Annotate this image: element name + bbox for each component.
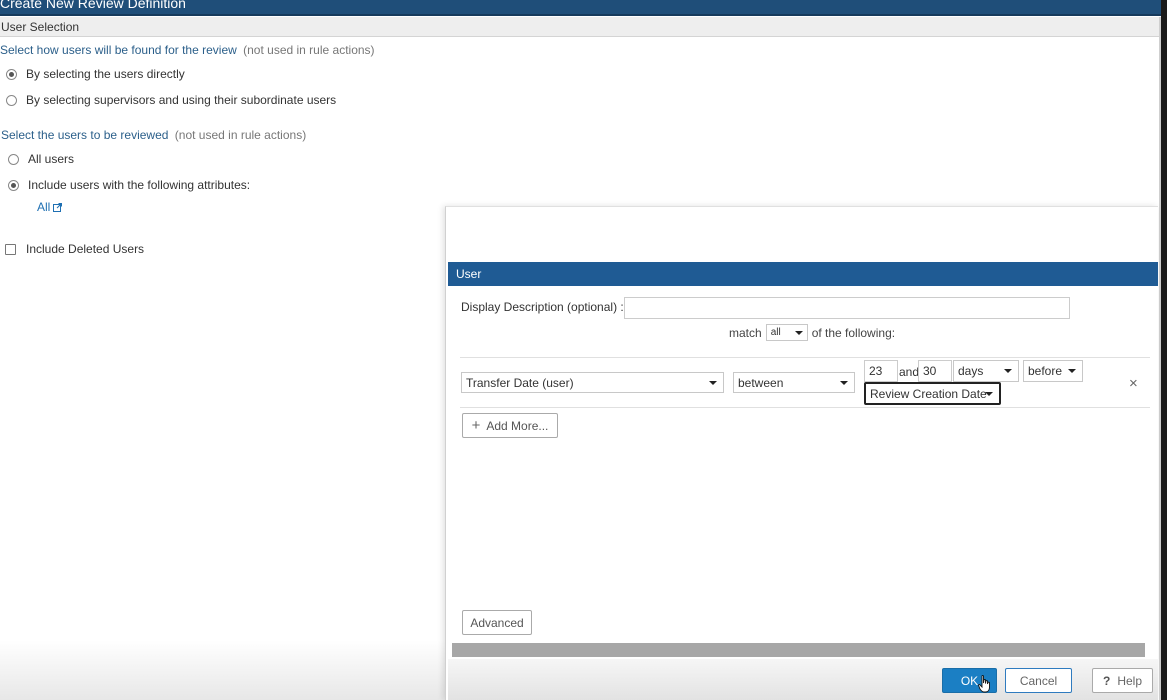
reference-date-select[interactable]: Review Creation Date: [864, 382, 1001, 405]
reference-date-select-value: Review Creation Date: [870, 386, 987, 401]
find-users-prompt-text: Select how users will be found for the r…: [0, 43, 237, 57]
operator-select-value: between: [738, 375, 784, 390]
radio-option-select-directly[interactable]: By selecting the users directly: [6, 67, 185, 81]
find-users-note: (not used in rule actions): [243, 43, 375, 57]
cancel-label: Cancel: [1019, 673, 1058, 688]
unit-select[interactable]: days: [953, 360, 1019, 382]
right-gutter: [1161, 0, 1167, 700]
operator-select[interactable]: between: [733, 372, 855, 393]
include-deleted-users[interactable]: Include Deleted Users: [5, 242, 144, 256]
help-button[interactable]: ? Help: [1092, 668, 1153, 693]
radio-option-all-users[interactable]: All users: [8, 152, 74, 166]
match-prefix: match: [729, 325, 762, 340]
direction-select[interactable]: before: [1023, 360, 1083, 382]
direction-select-value: before: [1028, 364, 1063, 378]
chevron-down-icon: [709, 381, 717, 385]
rule-divider-bottom: [460, 407, 1150, 408]
ok-label: OK: [960, 673, 979, 688]
chevron-down-icon: [840, 381, 848, 385]
users-reviewed-note: (not used in rule actions): [174, 128, 307, 142]
range-to-input[interactable]: 30: [918, 360, 952, 382]
plus-icon: +: [471, 417, 481, 434]
attribute-select[interactable]: Transfer Date (user): [461, 372, 724, 393]
unit-select-value: days: [958, 364, 984, 378]
section-title: User Selection: [1, 20, 80, 34]
radio-option-include-attributes[interactable]: Include users with the following attribu…: [8, 178, 250, 192]
match-select-value: all: [770, 327, 781, 338]
include-deleted-label: Include Deleted Users: [26, 242, 145, 256]
attribute-all-link[interactable]: All: [37, 200, 63, 214]
include-deleted-checkbox[interactable]: [5, 243, 16, 255]
rule-divider-top: [460, 357, 1150, 358]
cancel-button[interactable]: Cancel: [1005, 668, 1072, 693]
add-more-label: Add More...: [486, 418, 549, 433]
add-more-button[interactable]: + Add More...: [462, 413, 558, 438]
advanced-label: Advanced: [470, 615, 524, 630]
radio-button[interactable]: [6, 94, 17, 106]
chevron-down-icon: [985, 392, 993, 396]
radio-label: By selecting supervisors and using their…: [26, 93, 337, 107]
radio-label: By selecting the users directly: [26, 67, 185, 81]
horizontal-scrollbar[interactable]: [452, 643, 1145, 657]
chevron-down-icon: [1068, 369, 1076, 373]
and-label: and: [899, 365, 920, 379]
chevron-down-icon: [1004, 369, 1012, 373]
radio-option-supervisors[interactable]: By selecting supervisors and using their…: [6, 93, 336, 107]
match-row: match all of the following:: [729, 324, 895, 341]
attribute-select-value: Transfer Date (user): [466, 375, 574, 390]
help-label: Help: [1117, 673, 1143, 688]
users-reviewed-prompt-text: Select the users to be reviewed: [1, 128, 169, 142]
display-description-input[interactable]: [624, 297, 1070, 319]
chevron-down-icon: [794, 331, 803, 335]
page-bottom-shade: [0, 640, 446, 700]
advanced-button[interactable]: Advanced: [462, 610, 532, 635]
match-suffix: of the following:: [811, 325, 896, 340]
radio-label: Include users with the following attribu…: [28, 178, 251, 192]
attribute-all-link-text[interactable]: All: [37, 200, 50, 214]
dialog-title: User: [456, 267, 482, 281]
match-select[interactable]: all: [765, 324, 808, 341]
hand-pointer-cursor-icon: [978, 675, 990, 693]
radio-button-selected[interactable]: [8, 179, 19, 191]
window-title-bar: Create New Review Definition: [0, 0, 1167, 16]
display-description-label: Display Description (optional) :: [461, 300, 624, 314]
dialog-header: User: [448, 262, 1158, 286]
users-reviewed-prompt: Select the users to be reviewed (not use…: [1, 128, 306, 142]
range-from-input[interactable]: 23: [864, 360, 898, 382]
external-link-icon[interactable]: [53, 202, 63, 212]
help-icon: ?: [1102, 673, 1111, 688]
radio-label: All users: [28, 152, 75, 166]
window-title: Create New Review Definition: [0, 0, 186, 11]
radio-button[interactable]: [8, 153, 19, 165]
find-users-prompt: Select how users will be found for the r…: [0, 43, 375, 57]
remove-rule-close-icon[interactable]: ×: [1129, 375, 1138, 392]
section-header: User Selection: [0, 17, 1160, 37]
radio-button-selected[interactable]: [6, 68, 17, 80]
user-criteria-dialog: User Display Description (optional) : ma…: [445, 206, 1158, 700]
